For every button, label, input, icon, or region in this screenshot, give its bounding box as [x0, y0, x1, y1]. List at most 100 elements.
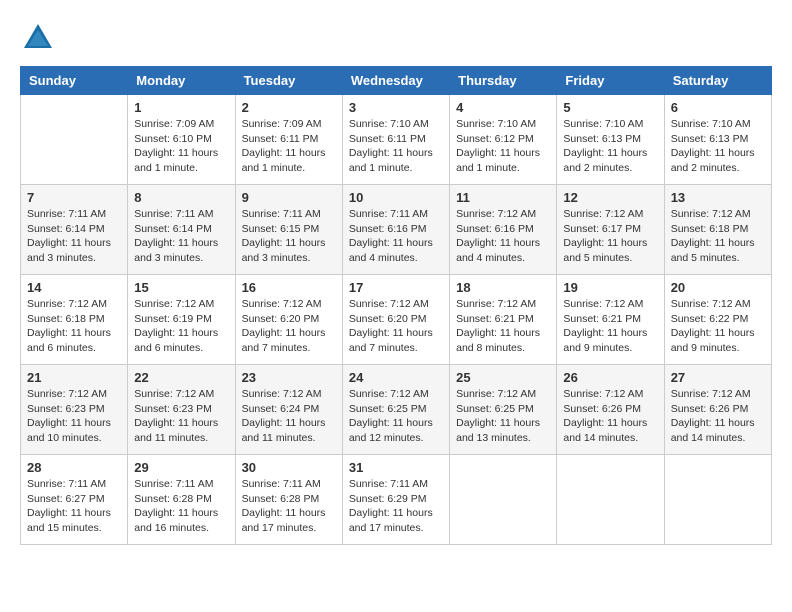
- day-info: Sunrise: 7:12 AMSunset: 6:17 PMDaylight:…: [563, 207, 657, 266]
- calendar-cell: 14 Sunrise: 7:12 AMSunset: 6:18 PMDayligh…: [21, 275, 128, 365]
- calendar-cell: 18 Sunrise: 7:12 AMSunset: 6:21 PMDayligh…: [450, 275, 557, 365]
- calendar-table: SundayMondayTuesdayWednesdayThursdayFrid…: [20, 66, 772, 545]
- calendar-cell: 11 Sunrise: 7:12 AMSunset: 6:16 PMDayligh…: [450, 185, 557, 275]
- day-number: 8: [134, 190, 228, 205]
- day-info: Sunrise: 7:12 AMSunset: 6:23 PMDaylight:…: [134, 387, 228, 446]
- calendar-week-row: 21 Sunrise: 7:12 AMSunset: 6:23 PMDayligh…: [21, 365, 772, 455]
- weekday-header: Friday: [557, 67, 664, 95]
- weekday-header: Tuesday: [235, 67, 342, 95]
- day-info: Sunrise: 7:12 AMSunset: 6:25 PMDaylight:…: [456, 387, 550, 446]
- day-info: Sunrise: 7:11 AMSunset: 6:29 PMDaylight:…: [349, 477, 443, 536]
- day-number: 7: [27, 190, 121, 205]
- calendar-cell: 2 Sunrise: 7:09 AMSunset: 6:11 PMDaylight…: [235, 95, 342, 185]
- calendar-cell: 24 Sunrise: 7:12 AMSunset: 6:25 PMDayligh…: [342, 365, 449, 455]
- calendar-body: 1Sunrise: 7:09 AMSunset: 6:10 PMDaylight…: [21, 95, 772, 545]
- day-number: 9: [242, 190, 336, 205]
- calendar-cell: [450, 455, 557, 545]
- day-info: Sunrise: 7:12 AMSunset: 6:16 PMDaylight:…: [456, 207, 550, 266]
- day-number: 16: [242, 280, 336, 295]
- day-info: Sunrise: 7:09 AMSunset: 6:11 PMDaylight:…: [242, 117, 336, 176]
- day-number: 11: [456, 190, 550, 205]
- day-number: 18: [456, 280, 550, 295]
- calendar-cell: 12 Sunrise: 7:12 AMSunset: 6:17 PMDayligh…: [557, 185, 664, 275]
- calendar-cell: 15 Sunrise: 7:12 AMSunset: 6:19 PMDayligh…: [128, 275, 235, 365]
- day-number: 5: [563, 100, 657, 115]
- weekday-header: Wednesday: [342, 67, 449, 95]
- weekday-header: Sunday: [21, 67, 128, 95]
- calendar-cell: 20Sunrise: 7:12 AMSunset: 6:22 PMDayligh…: [664, 275, 771, 365]
- calendar-cell: 30 Sunrise: 7:11 AMSunset: 6:28 PMDayligh…: [235, 455, 342, 545]
- day-info: Sunrise: 7:11 AMSunset: 6:28 PMDaylight:…: [134, 477, 228, 536]
- calendar-cell: 27Sunrise: 7:12 AMSunset: 6:26 PMDayligh…: [664, 365, 771, 455]
- day-info: Sunrise: 7:12 AMSunset: 6:25 PMDaylight:…: [349, 387, 443, 446]
- day-number: 2: [242, 100, 336, 115]
- calendar-week-row: 1Sunrise: 7:09 AMSunset: 6:10 PMDaylight…: [21, 95, 772, 185]
- calendar-cell: 16 Sunrise: 7:12 AMSunset: 6:20 PMDayligh…: [235, 275, 342, 365]
- day-number: 25: [456, 370, 550, 385]
- day-info: Sunrise: 7:09 AMSunset: 6:10 PMDaylight:…: [134, 117, 228, 176]
- page-header: [20, 20, 772, 56]
- day-info: Sunrise: 7:11 AMSunset: 6:15 PMDaylight:…: [242, 207, 336, 266]
- calendar-cell: 29 Sunrise: 7:11 AMSunset: 6:28 PMDayligh…: [128, 455, 235, 545]
- day-number: 26: [563, 370, 657, 385]
- day-number: 21: [27, 370, 121, 385]
- calendar-cell: 28 Sunrise: 7:11 AMSunset: 6:27 PMDayligh…: [21, 455, 128, 545]
- day-info: Sunrise: 7:11 AMSunset: 6:14 PMDaylight:…: [27, 207, 121, 266]
- calendar-cell: 5 Sunrise: 7:10 AMSunset: 6:13 PMDaylight…: [557, 95, 664, 185]
- calendar-cell: 17Sunrise: 7:12 AMSunset: 6:20 PMDayligh…: [342, 275, 449, 365]
- calendar-cell: 31 Sunrise: 7:11 AMSunset: 6:29 PMDayligh…: [342, 455, 449, 545]
- day-number: 14: [27, 280, 121, 295]
- calendar-cell: 9 Sunrise: 7:11 AMSunset: 6:15 PMDaylight…: [235, 185, 342, 275]
- calendar-cell: 6 Sunrise: 7:10 AMSunset: 6:13 PMDaylight…: [664, 95, 771, 185]
- calendar-cell: [557, 455, 664, 545]
- day-info: Sunrise: 7:12 AMSunset: 6:24 PMDaylight:…: [242, 387, 336, 446]
- day-number: 22: [134, 370, 228, 385]
- calendar-cell: 22 Sunrise: 7:12 AMSunset: 6:23 PMDayligh…: [128, 365, 235, 455]
- calendar-cell: [21, 95, 128, 185]
- calendar-cell: 19 Sunrise: 7:12 AMSunset: 6:21 PMDayligh…: [557, 275, 664, 365]
- weekday-row: SundayMondayTuesdayWednesdayThursdayFrid…: [21, 67, 772, 95]
- day-number: 28: [27, 460, 121, 475]
- day-info: Sunrise: 7:12 AMSunset: 6:20 PMDaylight:…: [242, 297, 336, 356]
- day-number: 4: [456, 100, 550, 115]
- day-info: Sunrise: 7:12 AMSunset: 6:26 PMDaylight:…: [671, 387, 765, 446]
- day-info: Sunrise: 7:11 AMSunset: 6:28 PMDaylight:…: [242, 477, 336, 536]
- day-number: 30: [242, 460, 336, 475]
- weekday-header: Thursday: [450, 67, 557, 95]
- calendar-week-row: 28 Sunrise: 7:11 AMSunset: 6:27 PMDayligh…: [21, 455, 772, 545]
- calendar-cell: 25 Sunrise: 7:12 AMSunset: 6:25 PMDayligh…: [450, 365, 557, 455]
- day-number: 10: [349, 190, 443, 205]
- day-number: 19: [563, 280, 657, 295]
- day-info: Sunrise: 7:10 AMSunset: 6:13 PMDaylight:…: [563, 117, 657, 176]
- day-info: Sunrise: 7:12 AMSunset: 6:21 PMDaylight:…: [563, 297, 657, 356]
- day-number: 12: [563, 190, 657, 205]
- day-number: 23: [242, 370, 336, 385]
- calendar-cell: 10 Sunrise: 7:11 AMSunset: 6:16 PMDayligh…: [342, 185, 449, 275]
- day-info: Sunrise: 7:12 AMSunset: 6:26 PMDaylight:…: [563, 387, 657, 446]
- calendar-header: SundayMondayTuesdayWednesdayThursdayFrid…: [21, 67, 772, 95]
- day-info: Sunrise: 7:12 AMSunset: 6:18 PMDaylight:…: [671, 207, 765, 266]
- day-number: 6: [671, 100, 765, 115]
- weekday-header: Saturday: [664, 67, 771, 95]
- day-info: Sunrise: 7:11 AMSunset: 6:27 PMDaylight:…: [27, 477, 121, 536]
- calendar-cell: 21Sunrise: 7:12 AMSunset: 6:23 PMDayligh…: [21, 365, 128, 455]
- calendar-cell: 7 Sunrise: 7:11 AMSunset: 6:14 PMDaylight…: [21, 185, 128, 275]
- day-info: Sunrise: 7:10 AMSunset: 6:11 PMDaylight:…: [349, 117, 443, 176]
- day-info: Sunrise: 7:12 AMSunset: 6:22 PMDaylight:…: [671, 297, 765, 356]
- calendar-cell: 1Sunrise: 7:09 AMSunset: 6:10 PMDaylight…: [128, 95, 235, 185]
- day-info: Sunrise: 7:12 AMSunset: 6:20 PMDaylight:…: [349, 297, 443, 356]
- day-number: 24: [349, 370, 443, 385]
- calendar-cell: [664, 455, 771, 545]
- calendar-cell: 23 Sunrise: 7:12 AMSunset: 6:24 PMDayligh…: [235, 365, 342, 455]
- day-info: Sunrise: 7:12 AMSunset: 6:21 PMDaylight:…: [456, 297, 550, 356]
- day-info: Sunrise: 7:12 AMSunset: 6:18 PMDaylight:…: [27, 297, 121, 356]
- day-number: 29: [134, 460, 228, 475]
- calendar-week-row: 7 Sunrise: 7:11 AMSunset: 6:14 PMDaylight…: [21, 185, 772, 275]
- calendar-week-row: 14 Sunrise: 7:12 AMSunset: 6:18 PMDayligh…: [21, 275, 772, 365]
- day-info: Sunrise: 7:10 AMSunset: 6:13 PMDaylight:…: [671, 117, 765, 176]
- calendar-cell: 13Sunrise: 7:12 AMSunset: 6:18 PMDayligh…: [664, 185, 771, 275]
- day-info: Sunrise: 7:12 AMSunset: 6:19 PMDaylight:…: [134, 297, 228, 356]
- day-info: Sunrise: 7:11 AMSunset: 6:16 PMDaylight:…: [349, 207, 443, 266]
- day-number: 15: [134, 280, 228, 295]
- day-number: 31: [349, 460, 443, 475]
